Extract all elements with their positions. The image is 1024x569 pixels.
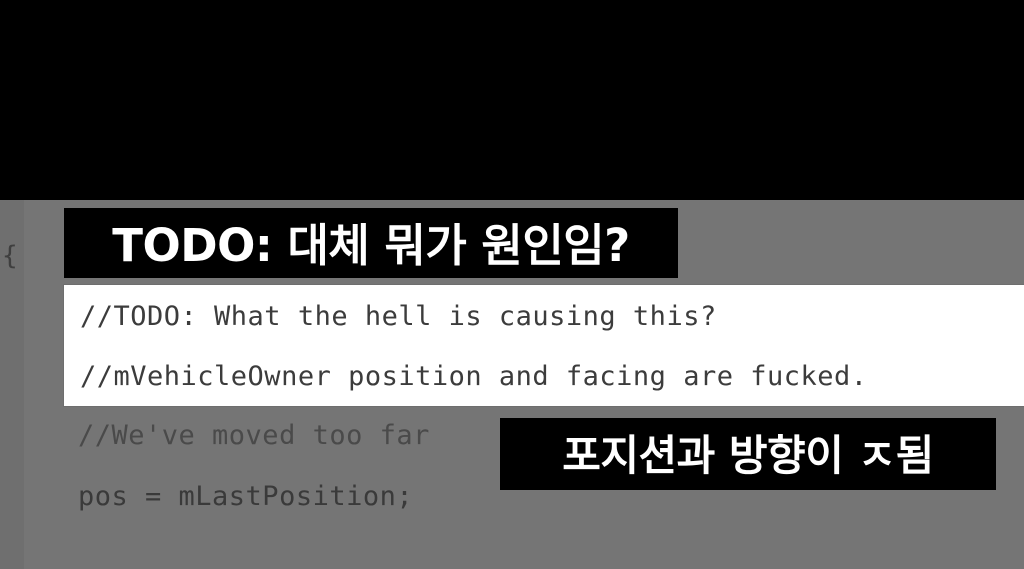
code-line-todo-comment: //TODO: What the hell is causing this?	[80, 301, 717, 332]
code-highlight-block[interactable]: //TODO: What the hell is causing this? /…	[64, 285, 1024, 406]
code-line-open-brace: {	[2, 241, 19, 271]
code-line-moved-too-far-comment: //We've moved too far	[78, 420, 430, 451]
code-line-vehicleowner-comment: //mVehicleOwner position and facing are …	[80, 361, 868, 392]
code-line-fucked-assignment: fucked = true;	[78, 543, 380, 569]
subtitle-overlay-top: TODO: 대체 뭐가 원인임?	[64, 208, 678, 278]
code-line-pos-assignment: pos = mLastPosition;	[78, 481, 414, 512]
letterbox-top	[0, 0, 1024, 200]
subtitle-overlay-bottom: 포지션과 방향이 ㅈ됨	[500, 418, 996, 490]
screenshot-stage: { //TODO: What the hell is causing this?…	[0, 0, 1024, 569]
